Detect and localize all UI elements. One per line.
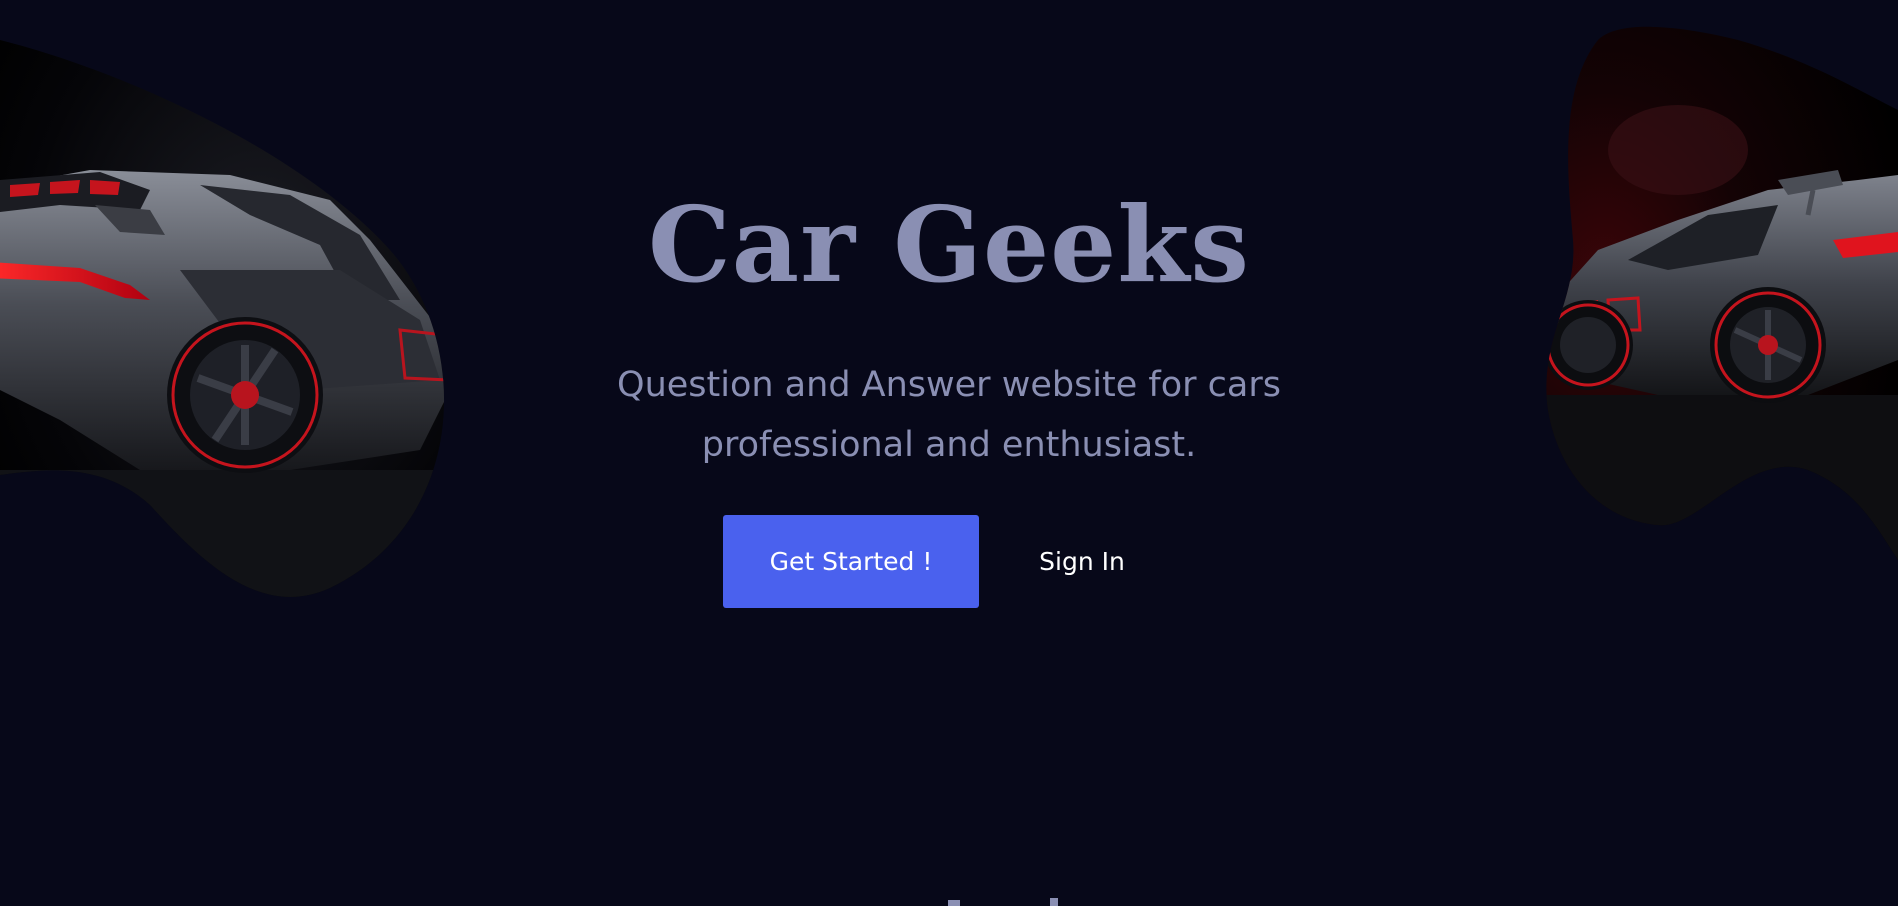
hero-subtitle: Question and Answer website for cars pro…	[617, 365, 1281, 465]
next-section-heading-peek	[0, 888, 1898, 906]
sign-in-button[interactable]: Sign In	[1020, 515, 1144, 608]
landing-page: Car Geeks Question and Answer website fo…	[0, 0, 1898, 906]
get-started-button[interactable]: Get Started !	[723, 515, 979, 608]
next-section-heading-glyph-tops	[948, 898, 1058, 906]
page-title: Car Geeks	[648, 183, 1250, 306]
